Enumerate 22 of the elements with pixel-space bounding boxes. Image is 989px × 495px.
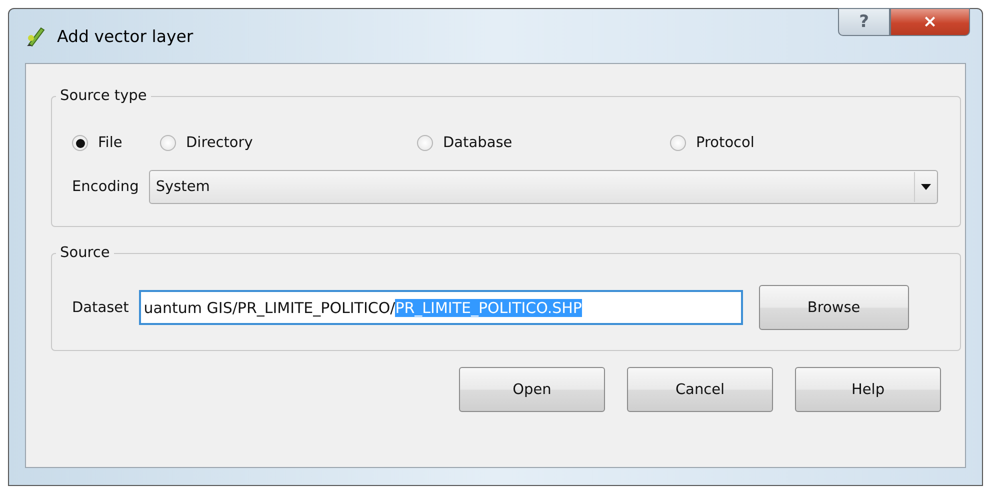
encoding-dropdown[interactable]: System bbox=[148, 170, 938, 204]
window-title: Add vector layer bbox=[57, 26, 194, 46]
radio-button[interactable] bbox=[160, 135, 176, 151]
close-button[interactable]: × bbox=[890, 8, 970, 36]
group-title: Source type bbox=[59, 88, 148, 104]
cancel-button[interactable]: Cancel bbox=[627, 367, 773, 412]
dataset-label: Dataset bbox=[72, 300, 129, 316]
radio-button[interactable] bbox=[417, 135, 433, 151]
radio-label[interactable]: Database bbox=[443, 135, 512, 151]
radio-label[interactable]: Directory bbox=[186, 135, 253, 151]
radio-button[interactable] bbox=[72, 135, 88, 151]
open-button[interactable]: Open bbox=[459, 367, 605, 412]
help-button[interactable]: ? bbox=[838, 8, 890, 36]
help-button[interactable]: Help bbox=[795, 367, 941, 412]
dataset-field[interactable]: uantum GIS/PR_LIMITE_POLITICO/PR_LIMITE_POLITICO.SHP bbox=[138, 290, 743, 325]
group-title: Source bbox=[59, 245, 111, 261]
radio-label[interactable]: Protocol bbox=[696, 135, 754, 151]
browse-button[interactable]: Browse bbox=[758, 285, 909, 330]
radio-button[interactable] bbox=[670, 135, 686, 151]
encoding-label: Encoding bbox=[72, 179, 139, 195]
radio-label[interactable]: File bbox=[98, 135, 122, 151]
caret-icon bbox=[921, 184, 931, 190]
